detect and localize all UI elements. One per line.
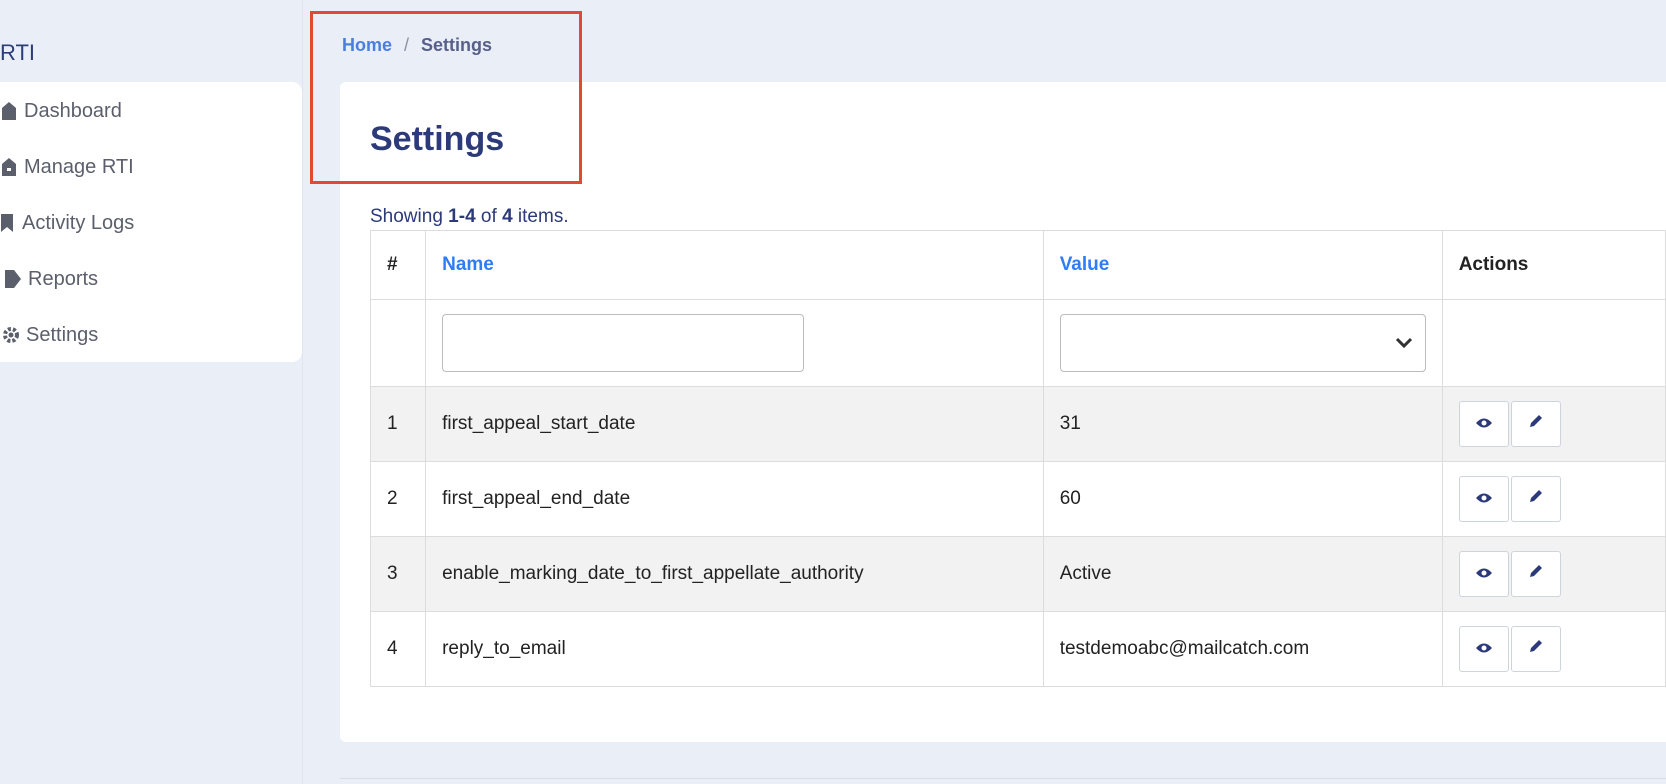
pencil-icon [1528, 563, 1544, 585]
view-button[interactable] [1458, 476, 1509, 522]
row-actions [1441, 461, 1666, 537]
row-index: 2 [369, 461, 427, 537]
home-icon [0, 156, 18, 178]
view-button[interactable] [1458, 626, 1509, 672]
brand-name: RTI [0, 40, 36, 65]
table-row: 4 reply_to_email testdemoabc@mailcatch.c… [369, 611, 1666, 687]
edit-button[interactable] [1510, 476, 1561, 522]
row-name: first_appeal_end_date [425, 461, 1044, 537]
summary-prefix: Showing [370, 206, 443, 227]
settings-table: # Name Value Actions 1 first_appeal_star… [369, 230, 1666, 687]
value-filter-select[interactable] [1059, 314, 1426, 372]
eye-icon [1475, 563, 1493, 585]
pencil-icon [1528, 638, 1544, 660]
filter-cell-name [425, 299, 1044, 387]
table-header-row: # Name Value Actions [369, 230, 1666, 300]
view-button[interactable] [1458, 401, 1509, 447]
tag-icon [4, 268, 22, 290]
chevron-down-icon [1395, 333, 1413, 355]
pencil-icon [1528, 488, 1544, 510]
sidebar-item-label: Reports [28, 267, 99, 290]
sidebar: RTI Dashboard Manage RTI Activity Logs R… [0, 0, 303, 784]
table-row: 3 enable_marking_date_to_first_appellate… [369, 536, 1666, 612]
column-header-actions: Actions [1441, 230, 1666, 300]
row-value: testdemoabc@mailcatch.com [1042, 611, 1443, 687]
filter-cell-value [1042, 299, 1443, 387]
sidebar-item-label: Dashboard [24, 99, 122, 122]
column-header-name[interactable]: Name [425, 230, 1044, 300]
sidebar-item-label: Activity Logs [22, 211, 135, 234]
eye-icon [1475, 488, 1493, 510]
sidebar-item-activity-logs[interactable]: Activity Logs [0, 203, 134, 243]
row-value: Active [1042, 536, 1443, 612]
row-index: 4 [369, 611, 427, 687]
name-filter-input[interactable] [442, 314, 805, 372]
row-actions [1441, 611, 1666, 687]
pencil-icon [1528, 413, 1544, 435]
edit-button[interactable] [1510, 401, 1561, 447]
row-index: 1 [369, 386, 427, 462]
row-name: enable_marking_date_to_first_appellate_a… [425, 536, 1044, 612]
eye-icon [1475, 413, 1493, 435]
table-row: 2 first_appeal_end_date 60 [369, 461, 1666, 537]
home-icon [0, 100, 18, 122]
row-actions [1441, 386, 1666, 462]
bookmark-icon [0, 212, 16, 234]
edit-button[interactable] [1510, 626, 1561, 672]
row-actions [1441, 536, 1666, 612]
summary-of: of [480, 206, 497, 227]
filter-cell-actions [1441, 299, 1666, 387]
view-button[interactable] [1458, 551, 1509, 597]
sidebar-item-dashboard[interactable]: Dashboard [0, 91, 122, 131]
column-header-index: # [369, 230, 427, 300]
column-header-value[interactable]: Value [1042, 230, 1443, 300]
edit-button[interactable] [1510, 551, 1561, 597]
summary-range: 1-4 [448, 206, 476, 227]
sidebar-item-label: Settings [26, 323, 99, 346]
sidebar-item-settings[interactable]: Settings [2, 315, 98, 355]
summary-total: 4 [502, 206, 513, 227]
filter-row [369, 299, 1666, 387]
gear-icon [2, 324, 20, 346]
row-index: 3 [369, 536, 427, 612]
eye-icon [1475, 638, 1493, 660]
row-name: first_appeal_start_date [425, 386, 1044, 462]
row-value: 31 [1042, 386, 1443, 462]
results-summary: Showing 1-4 of 4 items. [370, 206, 569, 228]
divider [340, 778, 1666, 779]
highlight-annotation [310, 11, 582, 184]
filter-cell-empty [369, 299, 427, 387]
row-name: reply_to_email [425, 611, 1044, 687]
table-row: 1 first_appeal_start_date 31 [369, 386, 1666, 462]
nav-menu: Dashboard Manage RTI Activity Logs Repor… [0, 82, 302, 362]
sidebar-item-manage-rti[interactable]: Manage RTI [0, 147, 134, 187]
sidebar-item-reports[interactable]: Reports [4, 259, 98, 299]
sidebar-item-label: Manage RTI [24, 155, 134, 178]
summary-suffix: items. [517, 206, 569, 227]
row-value: 60 [1042, 461, 1443, 537]
